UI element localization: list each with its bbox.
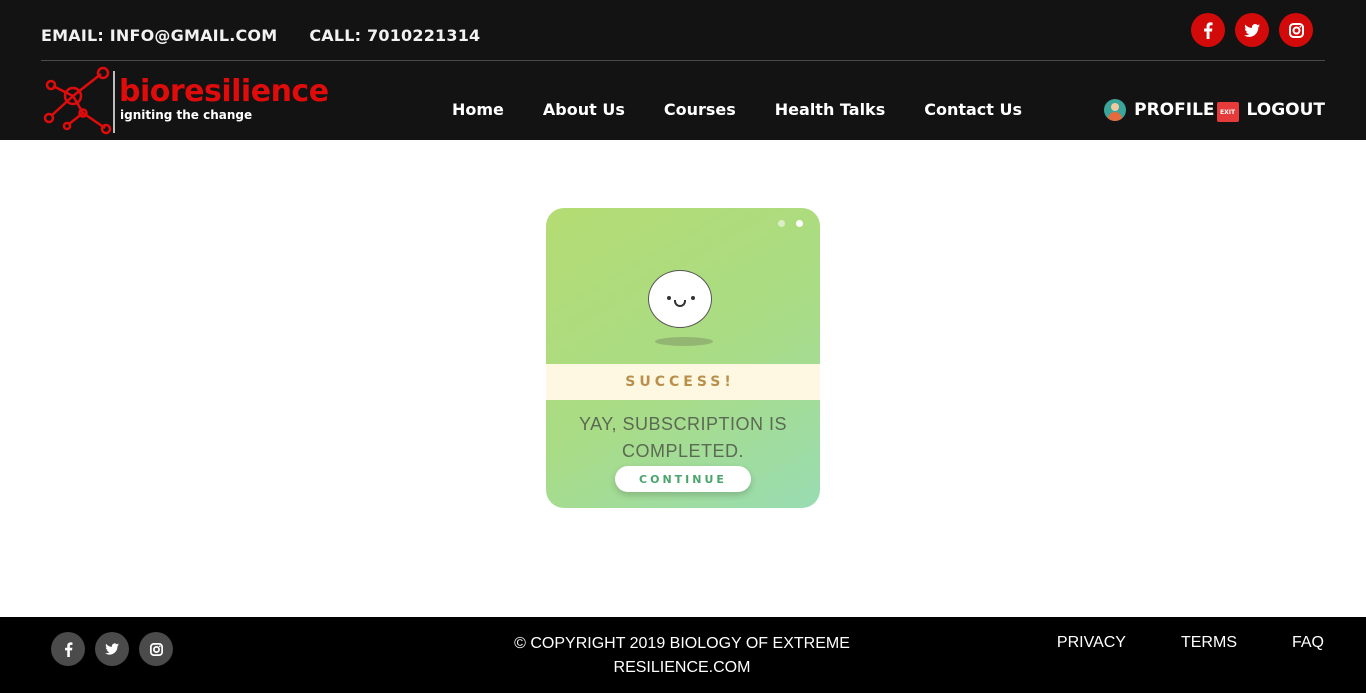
twitter-icon[interactable] (1235, 13, 1269, 47)
facebook-icon[interactable] (1191, 13, 1225, 47)
header-social-links (1191, 13, 1313, 47)
nav-home[interactable]: Home (452, 100, 504, 119)
logo-wordmark: bioresilience (119, 74, 329, 109)
window-dots (778, 220, 803, 227)
site-footer: © COPYRIGHT 2019 BIOLOGY OF EXTREME RESI… (0, 617, 1366, 693)
avatar-icon[interactable] (1104, 99, 1127, 121)
site-header: EMAIL: INFO@GMAIL.COM CALL: 7010221314 b… (0, 0, 1366, 140)
footer-link-terms[interactable]: TERMS (1181, 634, 1237, 652)
logout-link[interactable]: LOGOUT (1247, 100, 1325, 120)
facebook-icon[interactable] (51, 632, 85, 666)
dot-icon (778, 220, 785, 227)
logo-tagline: igniting the change (120, 108, 253, 122)
copyright-text: © COPYRIGHT 2019 BIOLOGY OF EXTREME RESI… (514, 635, 850, 676)
contact-email[interactable]: EMAIL: INFO@GMAIL.COM (41, 26, 277, 45)
footer-link-privacy[interactable]: PRIVACY (1057, 634, 1126, 652)
smiley-face-icon (648, 270, 712, 328)
main-nav: Home About Us Courses Health Talks Conta… (452, 98, 1061, 120)
site-logo[interactable]: bioresilience igniting the change (43, 66, 329, 136)
face-shadow (655, 337, 713, 346)
nav-health-talks[interactable]: Health Talks (775, 100, 885, 119)
nav-courses[interactable]: Courses (664, 100, 736, 119)
footer-links: PRIVACY TERMS FAQ (1002, 632, 1324, 654)
account-links: PROFILE EXIT LOGOUT (1104, 98, 1325, 122)
footer-link-faq[interactable]: FAQ (1292, 634, 1324, 652)
continue-button[interactable]: CONTINUE (615, 466, 751, 492)
logo-separator (113, 71, 115, 133)
contact-bar: EMAIL: INFO@GMAIL.COM CALL: 7010221314 (41, 24, 480, 46)
success-banner: SUCCESS! (546, 364, 820, 400)
footer-social-links (51, 632, 173, 666)
nav-about-us[interactable]: About Us (543, 100, 625, 119)
header-divider (41, 60, 1325, 61)
instagram-icon[interactable] (1279, 13, 1313, 47)
contact-phone[interactable]: CALL: 7010221314 (309, 26, 480, 45)
instagram-icon[interactable] (139, 632, 173, 666)
success-card: SUCCESS! YAY, SUBSCRIPTION IS COMPLETED.… (546, 208, 820, 508)
profile-link[interactable]: PROFILE (1134, 100, 1214, 120)
exit-sign-icon[interactable]: EXIT (1216, 102, 1239, 122)
nav-contact-us[interactable]: Contact Us (924, 100, 1022, 119)
dot-icon (796, 220, 803, 227)
success-message: YAY, SUBSCRIPTION IS COMPLETED. (578, 414, 788, 461)
exit-icon-label: EXIT (1219, 108, 1236, 116)
molecule-logo-icon (43, 66, 112, 135)
twitter-icon[interactable] (95, 632, 129, 666)
